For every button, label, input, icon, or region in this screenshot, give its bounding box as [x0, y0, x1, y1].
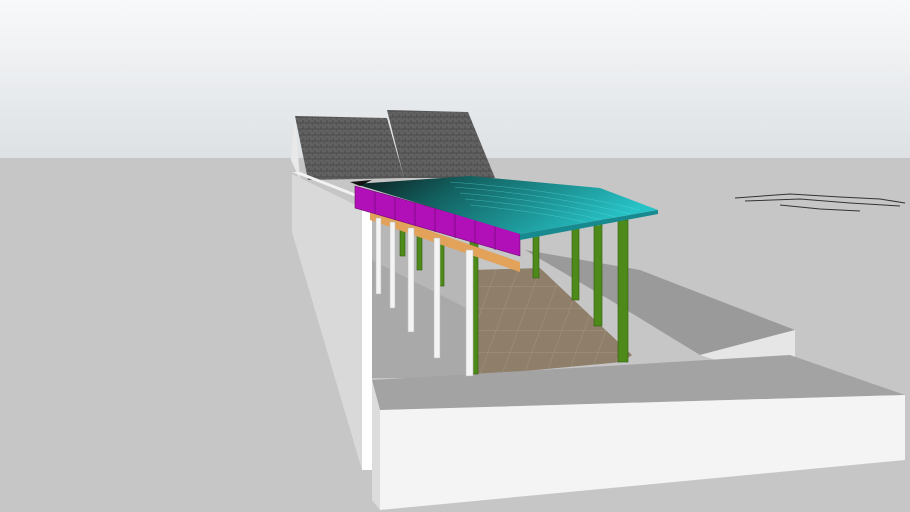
column-green-1: [617, 219, 629, 363]
column-white-3: [407, 227, 415, 333]
column-green-2: [593, 223, 603, 327]
column-white-2: [433, 237, 441, 359]
column-white-1: [465, 249, 474, 377]
column-green-4: [532, 231, 540, 279]
column-white-5: [375, 217, 382, 295]
column-green-3: [571, 227, 580, 301]
sketchup-model-viewport[interactable]: [0, 0, 910, 512]
column-green-8: [399, 227, 406, 257]
left-wall-inner: [362, 206, 372, 470]
back-roof-left: [295, 116, 404, 180]
column-white-4: [389, 221, 396, 309]
